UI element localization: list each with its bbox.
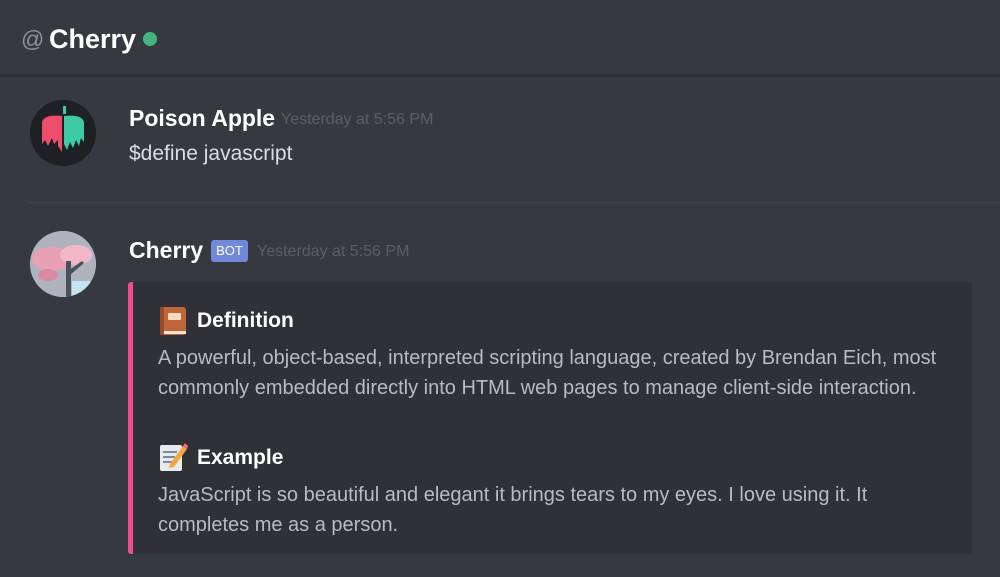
message-timestamp: Yesterday at 5:56 PM — [257, 243, 410, 260]
message-author[interactable]: Cherry — [129, 235, 203, 265]
channel-header: @ Cherry — [0, 0, 1000, 76]
memo-icon — [158, 442, 188, 472]
embed-field-value: JavaScript is so beautiful and elegant i… — [158, 484, 868, 536]
poison-apple-avatar-icon — [30, 100, 96, 166]
message-timestamp: Yesterday at 5:56 PM — [281, 111, 434, 128]
message-divider — [28, 202, 1000, 203]
avatar[interactable] — [30, 100, 96, 166]
embed-field-name: Example — [197, 446, 284, 469]
dm-view: @ Cherry Poison Apple Yesterday at 5:56 … — [0, 0, 1000, 577]
embed-card: Definition A powerful, object-based, int… — [128, 282, 972, 554]
at-icon: @ — [21, 26, 45, 52]
book-icon — [158, 306, 188, 336]
cherry-blossom-avatar-icon — [30, 231, 96, 297]
online-status-icon — [143, 32, 157, 46]
embed-field-name: Definition — [197, 309, 294, 332]
message-content: $define javascript — [129, 142, 293, 165]
bot-avatar[interactable] — [30, 231, 96, 297]
channel-name[interactable]: Cherry — [49, 22, 136, 56]
embed-field-value: A powerful, object-based, interpreted sc… — [158, 347, 937, 399]
message-author[interactable]: Poison Apple — [129, 103, 275, 133]
bot-badge: BOT — [211, 240, 248, 262]
